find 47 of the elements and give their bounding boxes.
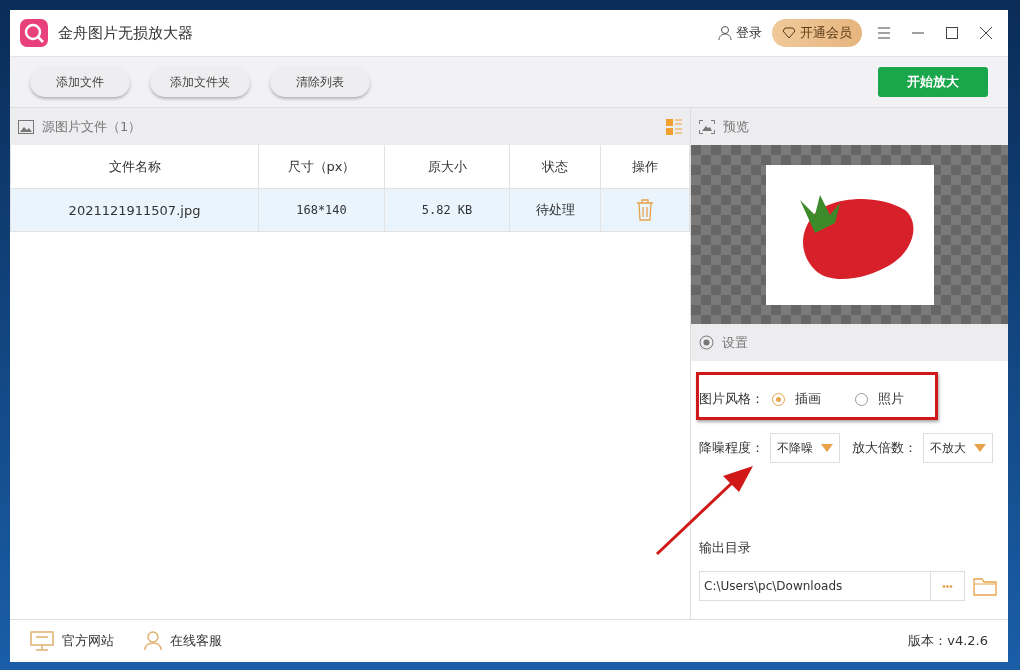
style-label: 图片风格： [699,390,764,408]
style-radio[interactable]: 照片 [855,390,904,408]
list-view-icon[interactable] [666,118,682,135]
user-icon [717,25,733,41]
maximize-icon [945,26,959,40]
style-radio[interactable]: 插画 [772,390,821,408]
caret-icon [974,444,986,452]
monitor-icon [30,631,54,651]
menu-icon [877,27,891,39]
denoise-label: 降噪程度： [699,439,764,457]
radio-icon [699,335,714,350]
login-button[interactable]: 登录 [717,24,762,42]
person-icon [144,631,162,651]
scale-label: 放大倍数： [852,439,917,457]
caret-icon [821,444,833,452]
website-link[interactable]: 官方网站 [30,631,114,651]
panel-title: 预览 [723,117,750,136]
image-icon [699,119,715,134]
table-cell: 2021121911507.jpg [10,188,259,232]
image-icon [18,119,34,134]
table-cell: 待处理 [509,188,601,232]
panel-title: 设置 [722,333,749,352]
close-icon [979,26,993,40]
vip-button[interactable]: 开通会员 [772,19,862,47]
folder-icon[interactable] [973,576,997,596]
toolbar-button[interactable]: 添加文件夹 [150,67,250,97]
panel-title: 源图片文件（1） [42,117,143,136]
table-cell: 168*140 [258,188,385,232]
output-label: 输出目录 [699,539,752,557]
toolbar-button[interactable]: 清除列表 [270,67,370,97]
column-header: 文件名称 [10,145,259,189]
app-logo-icon [20,19,48,47]
column-header: 原大小 [384,145,510,189]
column-header: 状态 [509,145,601,189]
toolbar-button[interactable]: 添加文件 [30,67,130,97]
file-row[interactable]: 2021121911507.jpg 168*140 5.82 KB 待处理 [10,188,690,232]
scale-dropdown[interactable]: 不放大 [923,433,993,463]
column-header: 尺寸（px） [258,145,385,189]
window-title: 金舟图片无损放大器 [58,23,194,43]
trash-icon[interactable] [636,199,654,221]
column-header: 操作 [600,145,690,189]
support-link[interactable]: 在线客服 [144,631,222,651]
denoise-dropdown[interactable]: 不降噪 [770,433,840,463]
version-text: 版本：v4.2.6 [908,632,988,650]
table-cell: 5.82 KB [384,188,510,232]
output-path-field[interactable]: C:\Users\pc\Downloads ••• [699,571,965,601]
diamond-icon [782,27,796,39]
